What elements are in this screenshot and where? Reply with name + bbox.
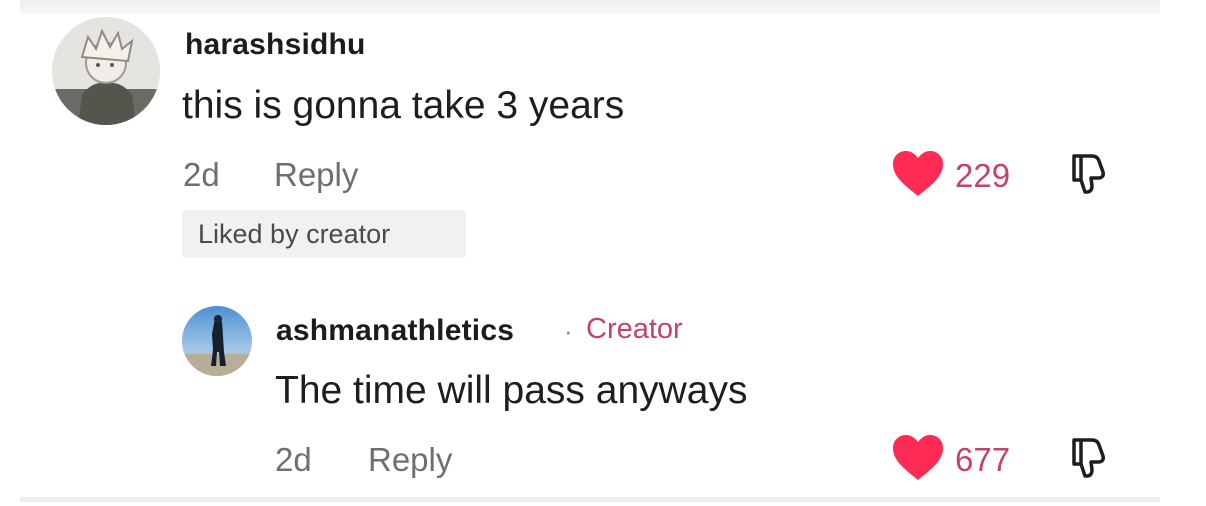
reply-button[interactable]: Reply (274, 156, 358, 194)
like-count: 229 (955, 157, 1011, 194)
reply-timestamp: 2d (275, 441, 312, 478)
bottom-divider (20, 497, 1160, 502)
top-divider (20, 0, 1160, 14)
avatar[interactable] (52, 17, 160, 125)
avatar-image (182, 306, 252, 376)
reply-username[interactable]: ashmanathletics (276, 314, 514, 348)
avatar-image (52, 17, 160, 125)
heart-icon[interactable] (891, 434, 945, 482)
thumbs-down-icon[interactable] (1070, 436, 1110, 478)
reply-text: The time will pass anyways (275, 369, 748, 412)
like-count: 677 (955, 441, 1011, 478)
comment-timestamp: 2d (183, 156, 220, 193)
reply-button[interactable]: Reply (368, 441, 452, 479)
reply-avatar[interactable] (182, 306, 252, 376)
creator-label: Creator (586, 313, 683, 345)
comment-username[interactable]: harashsidhu (185, 28, 366, 62)
heart-icon[interactable] (891, 150, 945, 198)
separator-dot: · (564, 316, 573, 346)
liked-by-creator-badge: Liked by creator (182, 210, 466, 258)
comment-text: this is gonna take 3 years (182, 84, 625, 127)
thumbs-down-icon[interactable] (1070, 152, 1110, 194)
